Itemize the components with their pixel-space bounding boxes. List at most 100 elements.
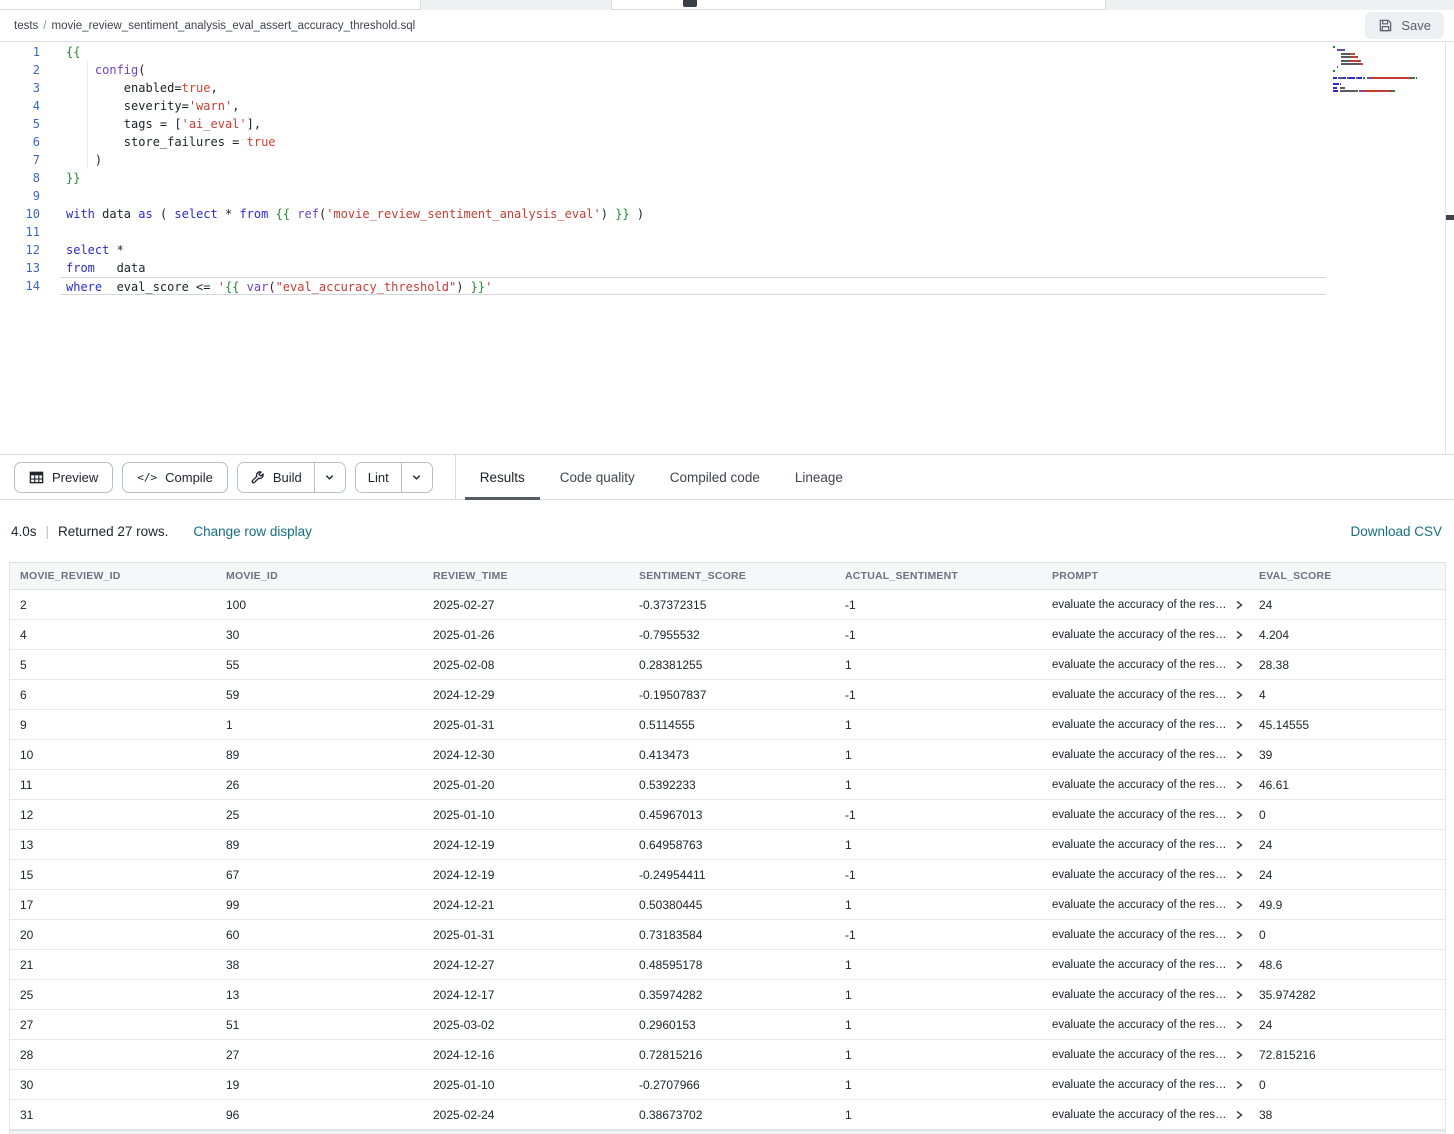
lint-button-label: Lint	[368, 470, 389, 485]
lint-dropdown-button[interactable]	[401, 463, 432, 492]
scrollbar-marker[interactable]	[1446, 215, 1454, 220]
tab-results[interactable]: Results	[478, 455, 527, 499]
expand-prompt-icon[interactable]	[1234, 1020, 1244, 1030]
cell-movie-review-id: 5	[20, 658, 226, 672]
save-button[interactable]: Save	[1365, 12, 1444, 39]
code-line[interactable]: store_failures = true	[66, 133, 1454, 151]
table-row[interactable]: 17992024-12-210.503804451evaluate the ac…	[10, 890, 1445, 920]
code-line[interactable]: from data	[66, 259, 1454, 277]
cell-prompt: evaluate the accuracy of the res…	[1052, 629, 1259, 641]
code-line[interactable]: }}	[66, 169, 1454, 187]
tab-segment[interactable]	[1105, 0, 1454, 10]
code-area[interactable]: {{ config( enabled=true, severity='warn'…	[66, 42, 1454, 454]
expand-prompt-icon[interactable]	[1234, 1080, 1244, 1090]
expand-prompt-icon[interactable]	[1234, 750, 1244, 760]
table-row[interactable]: 20602025-01-310.73183584-1evaluate the a…	[10, 920, 1445, 950]
download-csv-link[interactable]: Download CSV	[1350, 524, 1442, 539]
expand-prompt-icon[interactable]	[1234, 840, 1244, 850]
table-row[interactable]: 912025-01-310.51145551evaluate the accur…	[10, 710, 1445, 740]
cell-actual-sentiment: 1	[845, 778, 1052, 792]
cell-movie-id: 38	[226, 958, 433, 972]
column-header-prompt: PROMPT	[1052, 570, 1259, 582]
expand-prompt-icon[interactable]	[1234, 930, 1244, 940]
compile-button[interactable]: </> Compile	[122, 462, 228, 493]
line-number: 2	[0, 61, 40, 79]
cell-prompt: evaluate the accuracy of the res…	[1052, 869, 1259, 881]
expand-prompt-icon[interactable]	[1234, 690, 1244, 700]
table-row[interactable]: 31962025-02-240.386737021evaluate the ac…	[10, 1100, 1445, 1130]
line-number: 5	[0, 115, 40, 133]
lint-button[interactable]: Lint	[356, 463, 401, 492]
line-number: 3	[0, 79, 40, 97]
prompt-preview-text: evaluate the accuracy of the res…	[1052, 749, 1227, 761]
code-line[interactable]	[66, 187, 1454, 205]
build-button[interactable]: Build	[238, 463, 314, 492]
cell-prompt: evaluate the accuracy of the res…	[1052, 659, 1259, 671]
prompt-preview-text: evaluate the accuracy of the res…	[1052, 929, 1227, 941]
expand-prompt-icon[interactable]	[1234, 810, 1244, 820]
tab-segment[interactable]	[420, 0, 612, 10]
table-row[interactable]: 6592024-12-29-0.19507837-1evaluate the a…	[10, 680, 1445, 710]
preview-button[interactable]: Preview	[14, 462, 113, 493]
breadcrumb-folder[interactable]: tests	[14, 20, 38, 32]
code-line[interactable]: tags = ['ai_eval'],	[66, 115, 1454, 133]
expand-prompt-icon[interactable]	[1234, 720, 1244, 730]
cell-actual-sentiment: 1	[845, 1078, 1052, 1092]
expand-prompt-icon[interactable]	[1234, 1050, 1244, 1060]
cell-sentiment-score: 0.413473	[639, 748, 845, 762]
cell-actual-sentiment: -1	[845, 808, 1052, 822]
expand-prompt-icon[interactable]	[1234, 660, 1244, 670]
expand-prompt-icon[interactable]	[1234, 600, 1244, 610]
code-line[interactable]: severity='warn',	[66, 97, 1454, 115]
table-row[interactable]: 10892024-12-300.4134731evaluate the accu…	[10, 740, 1445, 770]
code-line[interactable]: select *	[66, 241, 1454, 259]
table-row[interactable]: 15672024-12-19-0.24954411-1evaluate the …	[10, 860, 1445, 890]
table-row[interactable]: 12252025-01-100.45967013-1evaluate the a…	[10, 800, 1445, 830]
cell-review-time: 2025-01-10	[433, 808, 639, 822]
table-row[interactable]: 21002025-02-27-0.37372315-1evaluate the …	[10, 590, 1445, 620]
minimap[interactable]	[1333, 45, 1443, 92]
expand-prompt-icon[interactable]	[1234, 900, 1244, 910]
code-line[interactable]: )	[66, 151, 1454, 169]
top-tab-strip	[0, 0, 1454, 10]
table-row[interactable]: 28272024-12-160.728152161evaluate the ac…	[10, 1040, 1445, 1070]
expand-prompt-icon[interactable]	[1234, 630, 1244, 640]
table-row[interactable]: 30192025-01-10-0.27079661evaluate the ac…	[10, 1070, 1445, 1100]
cell-eval-score: 46.61	[1259, 778, 1445, 792]
expand-prompt-icon[interactable]	[1234, 990, 1244, 1000]
change-row-display-link[interactable]: Change row display	[193, 524, 312, 539]
tab-lineage[interactable]: Lineage	[793, 455, 845, 499]
cell-prompt: evaluate the accuracy of the res…	[1052, 929, 1259, 941]
line-number: 10	[0, 205, 40, 223]
expand-prompt-icon[interactable]	[1234, 1110, 1244, 1120]
expand-prompt-icon[interactable]	[1234, 960, 1244, 970]
code-line[interactable]: with data as ( select * from {{ ref('mov…	[66, 205, 1454, 223]
table-row[interactable]: 5552025-02-080.283812551evaluate the acc…	[10, 650, 1445, 680]
cell-sentiment-score: -0.24954411	[639, 868, 845, 882]
cell-prompt: evaluate the accuracy of the res…	[1052, 599, 1259, 611]
prompt-preview-text: evaluate the accuracy of the res…	[1052, 1079, 1227, 1091]
cell-eval-score: 4	[1259, 688, 1445, 702]
code-line[interactable]: {{	[66, 43, 1454, 61]
code-line[interactable]: config(	[66, 61, 1454, 79]
build-dropdown-button[interactable]	[314, 463, 345, 492]
code-line[interactable]: where eval_score <= '{{ var("eval_accura…	[60, 277, 1326, 295]
cell-sentiment-score: 0.48595178	[639, 958, 845, 972]
cell-movie-id: 59	[226, 688, 433, 702]
table-row[interactable]: 11262025-01-200.53922331evaluate the acc…	[10, 770, 1445, 800]
code-line[interactable]: enabled=true,	[66, 79, 1454, 97]
tab-code-quality[interactable]: Code quality	[558, 455, 637, 499]
cell-movie-review-id: 17	[20, 898, 226, 912]
cell-movie-review-id: 15	[20, 868, 226, 882]
table-row[interactable]: 13892024-12-190.649587631evaluate the ac…	[10, 830, 1445, 860]
table-row[interactable]: 27512025-03-020.29601531evaluate the acc…	[10, 1010, 1445, 1040]
code-line[interactable]	[66, 223, 1454, 241]
table-row[interactable]: 4302025-01-26-0.7955532-1evaluate the ac…	[10, 620, 1445, 650]
code-editor[interactable]: 1234567891011121314 {{ config( enabled=t…	[0, 42, 1454, 454]
tab-compiled-code[interactable]: Compiled code	[668, 455, 762, 499]
column-header-movie-review-id: MOVIE_REVIEW_ID	[20, 570, 226, 582]
table-row[interactable]: 21382024-12-270.485951781evaluate the ac…	[10, 950, 1445, 980]
expand-prompt-icon[interactable]	[1234, 780, 1244, 790]
table-row[interactable]: 25132024-12-170.359742821evaluate the ac…	[10, 980, 1445, 1010]
expand-prompt-icon[interactable]	[1234, 870, 1244, 880]
